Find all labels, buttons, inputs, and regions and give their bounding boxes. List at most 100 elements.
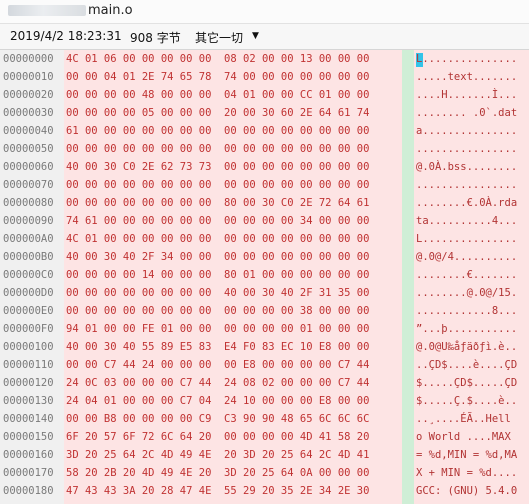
row-offset: 00000050 [3,143,54,155]
row-ascii[interactable]: ........€.0À.rda [416,194,517,212]
hex-row[interactable]: 000000A0 4C 01 00 00 00 00 00 00 00 00 00… [0,230,529,248]
hex-view[interactable]: 00000000 4C 01 06 00 00 00 00 00 08 02 00… [0,50,529,504]
row-ascii[interactable]: @.0@U‰åƒäðƒì.è.. [416,338,517,356]
row-ascii[interactable]: @.0À.bss........ [416,158,517,176]
row-offset: 000000B0 [3,251,54,263]
row-offset: 00000140 [3,413,54,425]
hex-row[interactable]: 00000080 00 00 00 00 00 00 00 00 80 00 30… [0,194,529,212]
hex-row[interactable]: 00000170 58 20 2B 20 4D 49 4E 20 3D 20 25… [0,464,529,482]
hex-row[interactable]: 00000110 00 00 C7 44 24 00 00 00 00 E8 00… [0,356,529,374]
row-ascii[interactable]: L............... [416,230,517,248]
row-hex-bytes[interactable]: 00 00 00 00 05 00 00 00 20 00 30 60 2E 6… [66,104,369,122]
row-hex-bytes[interactable]: 00 00 B8 00 00 00 00 C9 C3 90 90 48 65 6… [66,410,369,428]
encoding-dropdown[interactable]: 其它一切 [195,29,243,46]
row-offset: 00000080 [3,197,54,209]
hex-row[interactable]: 00000130 24 04 01 00 00 00 C7 04 24 10 00… [0,392,529,410]
row-hex-bytes[interactable]: 00 00 04 01 2E 74 65 78 74 00 00 00 00 0… [66,68,369,86]
row-hex-bytes[interactable]: 4C 01 00 00 00 00 00 00 00 00 00 00 00 0… [66,230,369,248]
row-offset: 00000000 [3,53,54,65]
row-ascii[interactable]: ................ [416,140,517,158]
row-hex-bytes[interactable]: 00 00 00 00 00 00 00 00 00 00 00 00 00 0… [66,140,369,158]
hex-row[interactable]: 00000030 00 00 00 00 05 00 00 00 20 00 30… [0,104,529,122]
row-hex-bytes[interactable]: 74 61 00 00 00 00 00 00 00 00 00 00 34 0… [66,212,369,230]
row-hex-bytes[interactable]: 00 00 00 00 48 00 00 00 04 01 00 00 CC 0… [66,86,369,104]
row-offset: 000000C0 [3,269,54,281]
file-title: main.o [88,3,133,18]
row-offset: 000000A0 [3,233,54,245]
row-hex-bytes[interactable]: 00 00 00 00 00 00 00 00 00 00 00 00 00 0… [66,176,369,194]
hex-row[interactable]: 00000040 61 00 00 00 00 00 00 00 00 00 00… [0,122,529,140]
row-ascii[interactable]: ........@.0@/15. [416,284,517,302]
row-ascii[interactable]: ta..........4... [416,212,517,230]
row-offset: 00000090 [3,215,54,227]
row-hex-bytes[interactable]: 24 04 01 00 00 00 C7 04 24 10 00 00 00 E… [66,392,369,410]
row-ascii[interactable]: @.0@/4.......... [416,248,517,266]
row-hex-bytes[interactable]: 00 00 C7 44 24 00 00 00 00 E8 00 00 00 0… [66,356,369,374]
row-hex-bytes[interactable]: 94 01 00 00 FE 01 00 00 00 00 00 00 01 0… [66,320,369,338]
row-ascii[interactable]: $.....ÇD$.....ÇD [416,374,517,392]
row-ascii[interactable]: .....text....... [416,68,517,86]
hex-row[interactable]: 00000100 40 00 30 40 55 89 E5 83 E4 F0 83… [0,338,529,356]
row-offset: 00000120 [3,377,54,389]
hex-row[interactable]: 00000090 74 61 00 00 00 00 00 00 00 00 00… [0,212,529,230]
row-offset: 00000010 [3,71,54,83]
hex-row[interactable]: 00000000 4C 01 06 00 00 00 00 00 08 02 00… [0,50,529,68]
hex-row[interactable]: 00000010 00 00 04 01 2E 74 65 78 74 00 00… [0,68,529,86]
row-hex-bytes[interactable]: 4C 01 06 00 00 00 00 00 08 02 00 00 13 0… [66,50,369,68]
row-ascii[interactable]: ................ [416,176,517,194]
row-ascii[interactable]: a............... [416,122,517,140]
row-ascii[interactable]: ........ .0`.dat [416,104,517,122]
row-offset: 00000110 [3,359,54,371]
row-hex-bytes[interactable]: 61 00 00 00 00 00 00 00 00 00 00 00 00 0… [66,122,369,140]
row-ascii[interactable]: ............8... [416,302,517,320]
hex-row[interactable]: 00000150 6F 20 57 6F 72 6C 64 20 00 00 00… [0,428,529,446]
row-ascii[interactable]: = %d,MIN = %d,MA [416,446,517,464]
hex-row[interactable]: 00000020 00 00 00 00 48 00 00 00 04 01 00… [0,86,529,104]
row-ascii[interactable]: X + MIN = %d.... [416,464,517,482]
file-size: 908 字节 [130,31,181,45]
hex-row[interactable]: 000000E0 00 00 00 00 00 00 00 00 00 00 00… [0,302,529,320]
hex-row[interactable]: 00000060 40 00 30 C0 2E 62 73 73 00 00 00… [0,158,529,176]
row-hex-bytes[interactable]: 40 00 30 C0 2E 62 73 73 00 00 00 00 00 0… [66,158,369,176]
row-hex-bytes[interactable]: 00 00 00 00 00 00 00 00 80 00 30 C0 2E 7… [66,194,369,212]
row-ascii[interactable]: ”...þ........... [416,320,517,338]
row-hex-bytes[interactable]: 6F 20 57 6F 72 6C 64 20 00 00 00 00 4D 4… [66,428,369,446]
row-hex-bytes[interactable]: 00 00 00 00 14 00 00 00 80 01 00 00 00 0… [66,266,369,284]
row-ascii[interactable]: ..ÇD$....è....ÇD [416,356,517,374]
row-hex-bytes[interactable]: 3D 20 25 64 2C 4D 49 4E 20 3D 20 25 64 2… [66,446,369,464]
row-ascii[interactable]: o World ....MAX [416,428,517,446]
row-ascii[interactable]: $.....Ç.$....è.. [416,392,517,410]
row-hex-bytes[interactable]: 40 00 30 40 2F 34 00 00 00 00 00 00 00 0… [66,248,369,266]
hex-row[interactable]: 000000D0 00 00 00 00 00 00 00 00 40 00 30… [0,284,529,302]
hex-row[interactable]: 00000160 3D 20 25 64 2C 4D 49 4E 20 3D 20… [0,446,529,464]
row-hex-bytes[interactable]: 40 00 30 40 55 89 E5 83 E4 F0 83 EC 10 E… [66,338,369,356]
redacted-path [8,5,86,16]
row-hex-bytes[interactable]: 00 00 00 00 00 00 00 00 00 00 00 00 38 0… [66,302,369,320]
row-hex-bytes[interactable]: 00 00 00 00 00 00 00 00 40 00 30 40 2F 3… [66,284,369,302]
row-ascii[interactable]: ....H.......Ì... [416,86,517,104]
hex-row[interactable]: 000000F0 94 01 00 00 FE 01 00 00 00 00 00… [0,320,529,338]
row-ascii[interactable]: L............... [416,50,517,68]
row-offset: 00000100 [3,341,54,353]
hex-row[interactable]: 00000050 00 00 00 00 00 00 00 00 00 00 00… [0,140,529,158]
row-hex-bytes[interactable]: 47 43 43 3A 20 28 47 4E 55 29 20 35 2E 3… [66,482,369,500]
row-offset: 000000E0 [3,305,54,317]
row-ascii[interactable]: ........€....... [416,266,517,284]
row-hex-bytes[interactable]: 24 0C 03 00 00 00 C7 44 24 08 02 00 00 0… [66,374,369,392]
hex-row[interactable]: 00000140 00 00 B8 00 00 00 00 C9 C3 90 90… [0,410,529,428]
row-offset: 00000150 [3,431,54,443]
row-ascii[interactable]: GCC: (GNU) 5.4.0 [416,482,517,500]
row-offset: 00000130 [3,395,54,407]
row-offset: 00000040 [3,125,54,137]
hex-row[interactable]: 000000B0 40 00 30 40 2F 34 00 00 00 00 00… [0,248,529,266]
title-bar: main.o [0,0,529,24]
row-offset: 000000F0 [3,323,54,335]
hex-row[interactable]: 00000180 47 43 43 3A 20 28 47 4E 55 29 20… [0,482,529,500]
hex-row[interactable]: 000000C0 00 00 00 00 14 00 00 00 80 01 00… [0,266,529,284]
row-offset: 00000180 [3,485,54,497]
hex-row[interactable]: 00000070 00 00 00 00 00 00 00 00 00 00 00… [0,176,529,194]
row-ascii[interactable]: ..¸....ÉÃ..Hell [416,410,511,428]
row-hex-bytes[interactable]: 58 20 2B 20 4D 49 4E 20 3D 20 25 64 0A 0… [66,464,369,482]
hex-row[interactable]: 00000120 24 0C 03 00 00 00 C7 44 24 08 02… [0,374,529,392]
chevron-down-icon[interactable]: ▼ [252,31,259,41]
